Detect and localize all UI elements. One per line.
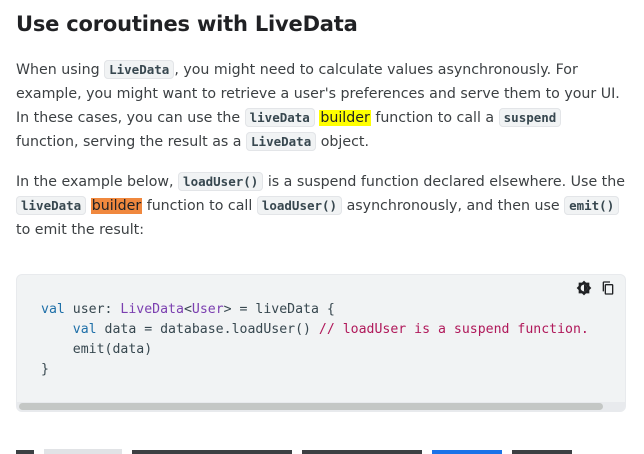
inline-code-livedata-builder[interactable]: liveData <box>244 108 315 127</box>
example-paragraph: In the example below, loadUser() is a su… <box>16 170 626 242</box>
text: When using <box>16 62 105 78</box>
code-text: > = liveData { <box>223 302 335 317</box>
text: function to call <box>142 198 257 214</box>
scrollbar-thumb[interactable] <box>19 403 603 410</box>
text: to emit the result: <box>16 222 145 238</box>
code-line: emit(data) <box>41 342 153 357</box>
code-line: } <box>41 362 49 377</box>
inline-code-loaduser[interactable]: loadUser() <box>178 172 264 191</box>
inline-code-emit[interactable]: emit() <box>564 196 620 215</box>
code-text: < <box>183 302 192 317</box>
keyword: val <box>41 302 65 317</box>
code-toolbar <box>575 279 617 297</box>
code-comment: // loadUser is a suspend function. <box>318 322 589 337</box>
inline-code-livedata-builder-2[interactable]: liveData <box>16 196 87 215</box>
keyword: val <box>72 322 97 337</box>
search-highlight: builder <box>319 110 371 126</box>
text: In the example below, <box>16 174 179 190</box>
copy-icon[interactable] <box>599 279 617 297</box>
section-heading: Use coroutines with LiveData <box>16 12 358 36</box>
text: is a suspend function declared elsewhere… <box>263 174 625 190</box>
text: function to call a <box>370 110 499 126</box>
brightness-icon[interactable] <box>575 279 593 297</box>
intro-paragraph: When using LiveData, you might need to c… <box>16 58 626 154</box>
inline-code-loaduser-2[interactable]: loadUser() <box>256 196 343 215</box>
inline-code-suspend[interactable]: suspend <box>498 108 562 127</box>
cut-code <box>44 449 122 454</box>
horizontal-scrollbar[interactable] <box>17 402 625 411</box>
code-block: val user: LiveData<User> = liveData { va… <box>16 274 626 412</box>
code-content[interactable]: val user: LiveData<User> = liveData { va… <box>41 300 589 380</box>
search-highlight-current: builder <box>90 198 143 214</box>
type-name: LiveData <box>120 302 184 317</box>
type-name: User <box>191 302 224 317</box>
text: function, serving the result as a <box>16 134 247 150</box>
code-text: user: <box>64 302 121 317</box>
next-paragraph-cutoff <box>16 440 616 454</box>
inline-code-livedata[interactable]: LiveData <box>104 60 175 79</box>
text: asynchronously, and then use <box>342 198 565 214</box>
code-text: data = database.loadUser() <box>96 322 319 337</box>
inline-code-livedata-2[interactable]: LiveData <box>246 132 317 151</box>
text: object. <box>316 134 369 150</box>
